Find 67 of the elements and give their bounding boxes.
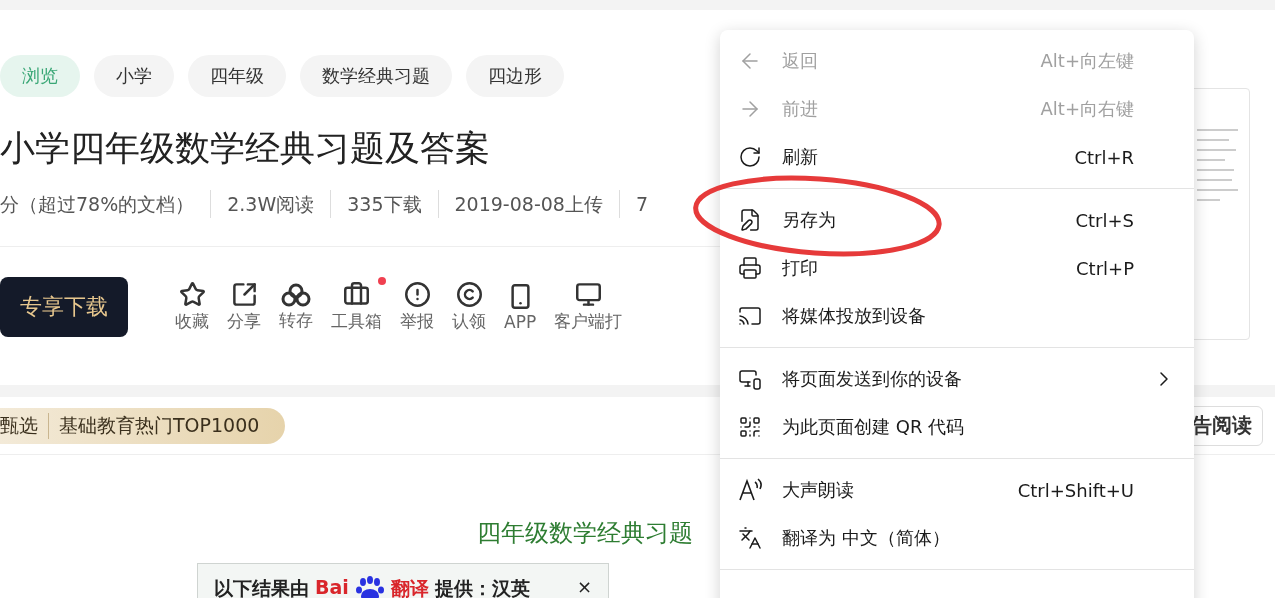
translate-text: 以下结果由 bbox=[214, 576, 309, 598]
translate-text: 提供：汉英 bbox=[434, 576, 530, 598]
menu-item-label: 前进 bbox=[782, 97, 819, 121]
qr-code-icon bbox=[738, 415, 762, 439]
menu-item[interactable]: 另存为 Ctrl+S bbox=[720, 196, 1194, 244]
shortcut-text: Alt+向左键 bbox=[1040, 49, 1134, 73]
document-title: 小学四年级数学经典习题及答案 bbox=[0, 127, 490, 170]
action-label[interactable]: 分享 bbox=[227, 310, 261, 333]
menu-item-label: 刷新 bbox=[782, 145, 819, 169]
badge-text: 基础教育热门TOP1000 bbox=[48, 412, 270, 439]
shortcut-text: Ctrl+S bbox=[1075, 209, 1134, 231]
menu-item-label: 将页面发送到你的设备 bbox=[782, 367, 963, 391]
shortcut-text: Alt+向右键 bbox=[1040, 97, 1134, 121]
action-label[interactable]: 工具箱 bbox=[331, 310, 382, 333]
tag-chip[interactable]: 四年级 bbox=[188, 55, 286, 97]
star-icon bbox=[178, 281, 206, 308]
logo-text: Bai bbox=[315, 576, 349, 598]
menu-item[interactable]: 翻译为 中文（简体） bbox=[720, 514, 1194, 562]
menu-item-label: 为此页面创建 QR 代码 bbox=[782, 415, 966, 439]
action-label[interactable]: 举报 bbox=[400, 310, 434, 333]
translate-icon bbox=[738, 526, 762, 550]
download-button[interactable]: 专享下载 bbox=[0, 277, 128, 337]
action-label[interactable]: 转存 bbox=[279, 308, 313, 332]
menu-item-label: 大声朗读 bbox=[782, 478, 855, 502]
print-icon bbox=[738, 256, 762, 280]
menu-item-label: 另存为 bbox=[782, 208, 837, 232]
meta-text: 7 bbox=[618, 190, 665, 218]
close-button[interactable]: × bbox=[576, 576, 592, 597]
meta-text: 2.3W阅读 bbox=[210, 190, 331, 218]
paw-icon bbox=[354, 576, 385, 598]
menu-item-label: 打印 bbox=[782, 256, 819, 280]
menu-item[interactable]: 将媒体投放到设备 bbox=[720, 292, 1194, 340]
meta-text: 分（超过78%的文档） bbox=[0, 192, 196, 217]
read-aloud-icon bbox=[738, 478, 764, 502]
cast-icon bbox=[738, 304, 762, 328]
menu-item-label: 翻译为 中文（简体） bbox=[782, 526, 951, 550]
meta-text: 2019-08-08上传 bbox=[437, 190, 619, 218]
menu-item[interactable]: 刷新 Ctrl+R bbox=[720, 133, 1194, 181]
action-label[interactable]: 客户端打 bbox=[554, 310, 623, 333]
devices-icon bbox=[738, 367, 762, 391]
badge-text: 甄选 bbox=[0, 412, 39, 438]
action-label[interactable]: APP bbox=[504, 311, 537, 332]
tag-chip[interactable]: 四边形 bbox=[466, 55, 564, 97]
alert-icon bbox=[403, 281, 431, 308]
tag-chip[interactable]: 数学经典习题 bbox=[300, 55, 452, 97]
logo-text: 翻译 bbox=[390, 576, 429, 598]
menu-item[interactable]: 大声朗读 Ctrl+Shift+U bbox=[720, 466, 1194, 514]
save-icon bbox=[738, 208, 762, 232]
meta-text: 335下载 bbox=[330, 190, 438, 218]
menu-item-label: 将媒体投放到设备 bbox=[782, 304, 927, 328]
shortcut-text: Ctrl+P bbox=[1076, 257, 1134, 279]
shortcut-text: Ctrl+R bbox=[1074, 146, 1134, 168]
cloud-icon bbox=[281, 282, 311, 307]
toolbox-icon bbox=[343, 281, 370, 308]
shortcut-text: Ctrl+Shift+U bbox=[1017, 479, 1134, 501]
menu-item-label: 返回 bbox=[782, 49, 819, 73]
collection-badge[interactable]: 甄选 基础教育热门TOP1000 bbox=[0, 407, 286, 444]
document-heading: 四年级数学经典习题 bbox=[477, 518, 693, 549]
refresh-icon bbox=[738, 145, 762, 169]
share-icon bbox=[230, 281, 258, 308]
monitor-icon bbox=[574, 281, 602, 308]
copyright-icon bbox=[455, 281, 483, 308]
menu-item[interactable]: 打印 Ctrl+P bbox=[720, 244, 1194, 292]
tag-chip[interactable]: 小学 bbox=[94, 55, 174, 97]
action-label[interactable]: 收藏 bbox=[175, 310, 209, 333]
menu-item[interactable]: 将页面发送到你的设备 bbox=[720, 355, 1194, 403]
action-label[interactable]: 认领 bbox=[452, 310, 486, 333]
